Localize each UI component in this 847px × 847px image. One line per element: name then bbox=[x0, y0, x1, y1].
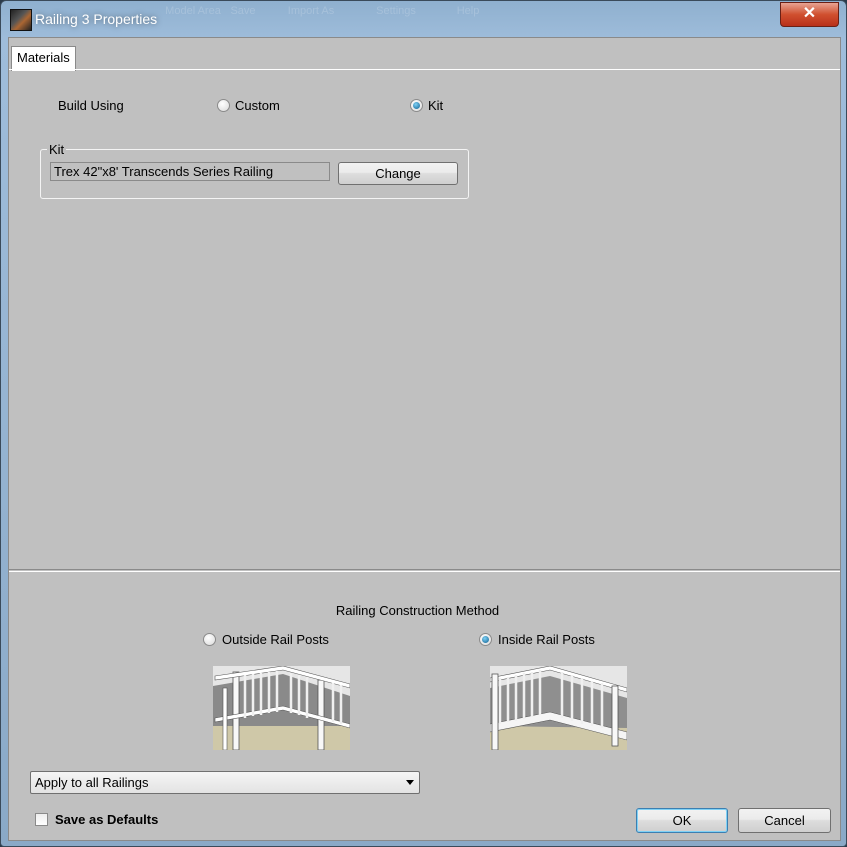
inside-posts-preview-image[interactable] bbox=[490, 666, 627, 750]
dialog-window: Model Area Save Import As Settings Help … bbox=[0, 0, 847, 847]
close-button[interactable]: ✕ bbox=[780, 2, 839, 27]
tab-divider bbox=[9, 69, 840, 70]
section-divider bbox=[9, 569, 840, 572]
background-toolbar-item: Import As bbox=[287, 5, 335, 17]
chevron-down-icon bbox=[406, 780, 414, 785]
construction-method-title: Railing Construction Method bbox=[335, 603, 500, 618]
app-icon bbox=[10, 9, 32, 31]
tab-strip: Materials bbox=[9, 38, 840, 71]
build-using-label: Build Using bbox=[58, 98, 124, 113]
inside-rail-posts-radio[interactable] bbox=[479, 633, 492, 646]
outside-rail-posts-radio[interactable] bbox=[203, 633, 216, 646]
save-as-defaults-label[interactable]: Save as Defaults bbox=[55, 812, 158, 827]
title-bar[interactable]: Model Area Save Import As Settings Help … bbox=[1, 1, 846, 37]
dialog-body: Materials Build Using Custom Kit Kit Tre… bbox=[8, 37, 841, 841]
outside-rail-posts-label[interactable]: Outside Rail Posts bbox=[222, 632, 329, 647]
cancel-button[interactable]: Cancel bbox=[738, 808, 831, 833]
apply-dropdown-value: Apply to all Railings bbox=[35, 775, 149, 790]
kit-radio-label[interactable]: Kit bbox=[428, 98, 443, 113]
background-toolbar-item: Help bbox=[456, 5, 480, 17]
background-toolbar-item: Settings bbox=[376, 5, 416, 17]
custom-radio[interactable] bbox=[217, 99, 230, 112]
background-toolbar-item: Save bbox=[230, 5, 256, 17]
custom-radio-label[interactable]: Custom bbox=[235, 98, 280, 113]
apply-to-railings-dropdown[interactable]: Apply to all Railings bbox=[30, 771, 420, 794]
kit-radio[interactable] bbox=[410, 99, 423, 112]
tab-materials[interactable]: Materials bbox=[11, 46, 76, 71]
kit-name-field: Trex 42"x8' Transcends Series Railing bbox=[50, 162, 330, 181]
ok-button[interactable]: OK bbox=[636, 808, 728, 833]
window-title: Railing 3 Properties bbox=[35, 11, 158, 27]
save-as-defaults-checkbox[interactable] bbox=[35, 813, 48, 826]
outside-posts-preview-image[interactable] bbox=[213, 666, 350, 750]
kit-group-label: Kit bbox=[47, 142, 67, 157]
inside-rail-posts-label[interactable]: Inside Rail Posts bbox=[498, 632, 595, 647]
change-kit-button[interactable]: Change bbox=[338, 162, 458, 185]
